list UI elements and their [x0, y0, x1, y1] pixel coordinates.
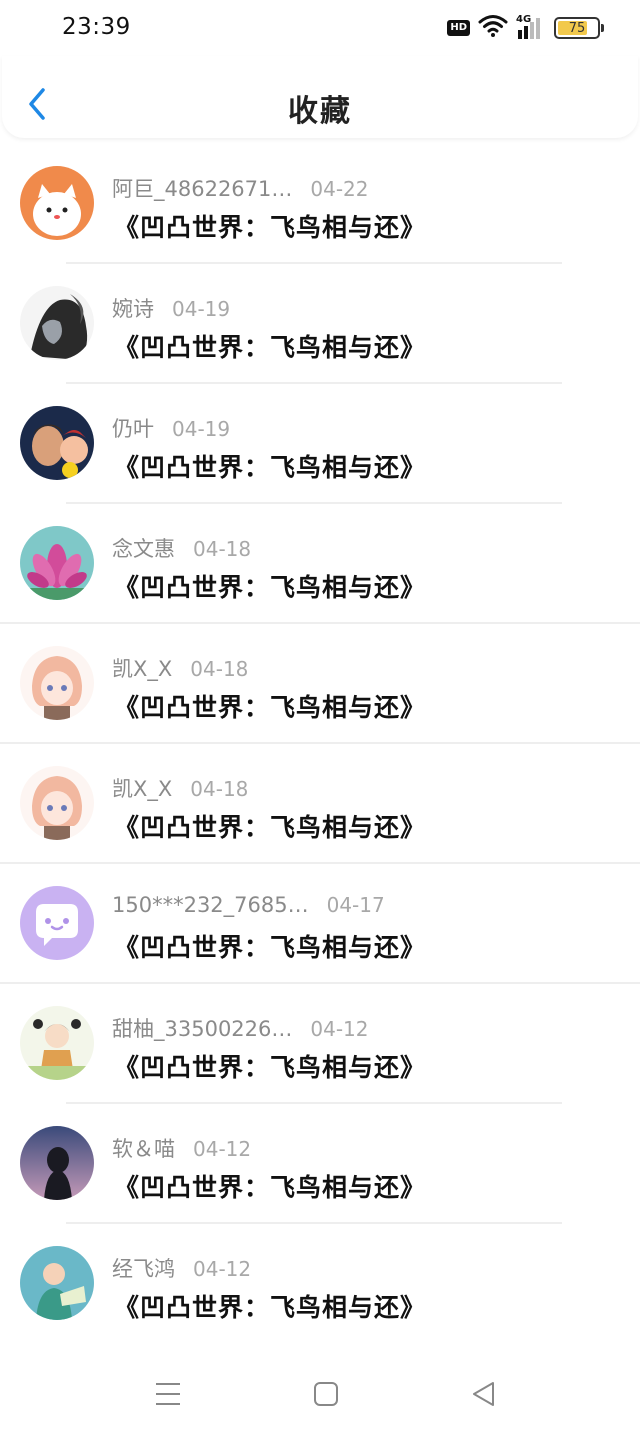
home-square-icon [314, 1382, 338, 1406]
date: 04-12 [310, 1017, 369, 1041]
item-meta: 经飞鸿 04-12 [112, 1253, 251, 1283]
system-nav-bar [0, 1350, 640, 1433]
list-item[interactable]: 婉诗 04-19 《凹凸世界：飞鸟相与还》 [0, 264, 640, 384]
hd-icon: HD [447, 20, 470, 36]
avatar[interactable] [20, 526, 94, 600]
avatar[interactable] [20, 646, 94, 720]
item-meta: 婉诗 04-19 [112, 293, 230, 323]
username[interactable]: 软＆喵 [112, 1133, 175, 1163]
username[interactable]: 150***232_7685… [112, 893, 309, 917]
item-meta: 仍叶 04-19 [112, 413, 230, 443]
item-meta: 念文惠 04-18 [112, 533, 251, 563]
item-meta: 软＆喵 04-12 [112, 1133, 251, 1163]
username[interactable]: 念文惠 [112, 533, 175, 563]
home-button[interactable] [306, 1374, 346, 1414]
wifi-icon [478, 14, 508, 42]
menu-icon [156, 1383, 180, 1405]
username[interactable]: 凯X_X [112, 773, 172, 803]
list-item[interactable]: 150***232_7685… 04-17 《凹凸世界：飞鸟相与还》 [0, 864, 640, 984]
cellular-signal-icon: 4G [516, 14, 546, 40]
date: 04-19 [172, 417, 231, 441]
avatar[interactable] [20, 1006, 94, 1080]
item-title[interactable]: 《凹凸世界：飞鸟相与还》 [114, 688, 426, 724]
date: 04-12 [193, 1137, 252, 1161]
nav-back-button[interactable] [464, 1374, 504, 1414]
item-meta: 凯X_X 04-18 [112, 773, 248, 803]
item-title[interactable]: 《凹凸世界：飞鸟相与还》 [114, 1288, 426, 1324]
avatar[interactable] [20, 286, 94, 360]
battery-icon: 75 [554, 17, 604, 39]
list-item[interactable]: 念文惠 04-18 《凹凸世界：飞鸟相与还》 [0, 504, 640, 624]
date: 04-18 [193, 537, 252, 561]
favorites-list: 阿巨_48622671… 04-22 《凹凸世界：飞鸟相与还》 婉诗 04-19… [0, 144, 640, 1344]
avatar[interactable] [20, 766, 94, 840]
avatar[interactable] [20, 166, 94, 240]
status-icons: HD 4G 75 [447, 14, 604, 42]
list-item[interactable]: 仍叶 04-19 《凹凸世界：飞鸟相与还》 [0, 384, 640, 504]
avatar[interactable] [20, 1126, 94, 1200]
date: 04-22 [310, 177, 369, 201]
username[interactable]: 婉诗 [112, 293, 154, 323]
item-title[interactable]: 《凹凸世界：飞鸟相与还》 [114, 1168, 426, 1204]
date: 04-12 [193, 1257, 252, 1281]
username[interactable]: 经飞鸿 [112, 1253, 175, 1283]
item-meta: 150***232_7685… 04-17 [112, 893, 385, 917]
status-time: 23:39 [62, 14, 131, 40]
date: 04-18 [190, 657, 249, 681]
list-item[interactable]: 凯X_X 04-18 《凹凸世界：飞鸟相与还》 [0, 744, 640, 864]
item-title[interactable]: 《凹凸世界：飞鸟相与还》 [114, 448, 426, 484]
item-title[interactable]: 《凹凸世界：飞鸟相与还》 [114, 1048, 426, 1084]
username[interactable]: 仍叶 [112, 413, 154, 443]
list-item[interactable]: 经飞鸿 04-12 《凹凸世界：飞鸟相与还》 [0, 1224, 640, 1344]
date: 04-18 [190, 777, 249, 801]
list-item[interactable]: 软＆喵 04-12 《凹凸世界：飞鸟相与还》 [0, 1104, 640, 1224]
avatar[interactable] [20, 1246, 94, 1320]
list-item[interactable]: 甜柚_33500226… 04-12 《凹凸世界：飞鸟相与还》 [0, 984, 640, 1104]
header-bar: 收藏 [2, 56, 638, 138]
item-title[interactable]: 《凹凸世界：飞鸟相与还》 [114, 568, 426, 604]
item-title[interactable]: 《凹凸世界：飞鸟相与还》 [114, 328, 426, 364]
item-meta: 阿巨_48622671… 04-22 [112, 173, 369, 203]
back-triangle-icon [473, 1382, 494, 1406]
username[interactable]: 阿巨_48622671… [112, 173, 292, 203]
avatar[interactable] [20, 886, 94, 960]
item-meta: 甜柚_33500226… 04-12 [112, 1013, 369, 1043]
item-title[interactable]: 《凹凸世界：飞鸟相与还》 [114, 208, 426, 244]
battery-level: 75 [568, 20, 586, 36]
date: 04-19 [172, 297, 231, 321]
list-item[interactable]: 阿巨_48622671… 04-22 《凹凸世界：飞鸟相与还》 [0, 144, 640, 264]
item-title[interactable]: 《凹凸世界：飞鸟相与还》 [114, 928, 426, 964]
avatar[interactable] [20, 406, 94, 480]
page-title: 收藏 [288, 94, 352, 129]
username[interactable]: 甜柚_33500226… [112, 1013, 292, 1043]
date: 04-17 [326, 893, 385, 917]
item-meta: 凯X_X 04-18 [112, 653, 248, 683]
list-item[interactable]: 凯X_X 04-18 《凹凸世界：飞鸟相与还》 [0, 624, 640, 744]
username[interactable]: 凯X_X [112, 653, 172, 683]
item-title[interactable]: 《凹凸世界：飞鸟相与还》 [114, 808, 426, 844]
status-bar: 23:39 HD 4G 75 [0, 0, 640, 56]
menu-button[interactable] [148, 1374, 188, 1414]
